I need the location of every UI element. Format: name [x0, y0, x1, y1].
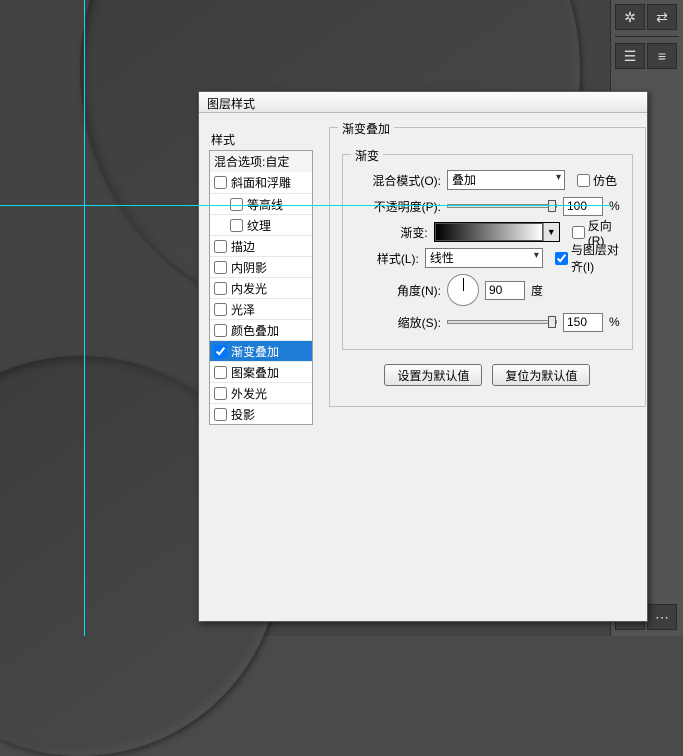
style-checkbox[interactable] — [214, 366, 227, 379]
blend-mode-label: 混合模式(O): — [355, 172, 441, 189]
style-row-5[interactable]: 内发光 — [210, 277, 312, 298]
style-checkbox[interactable] — [214, 261, 227, 274]
adjust-icon[interactable]: ≡ — [647, 43, 677, 69]
section-title: 渐变叠加 — [338, 120, 394, 137]
gradient-dropdown-icon[interactable]: ▼ — [543, 223, 559, 241]
style-row-11[interactable]: 投影 — [210, 403, 312, 424]
style-label: 图案叠加 — [231, 364, 279, 381]
scale-unit: % — [609, 315, 620, 329]
brush-icon[interactable]: ✲ — [615, 4, 645, 30]
style-label: 内发光 — [231, 280, 267, 297]
style-label: 外发光 — [231, 385, 267, 402]
style-row-9[interactable]: 图案叠加 — [210, 361, 312, 382]
reset-default-button[interactable]: 复位为默认值 — [492, 364, 590, 386]
style-label: 描边 — [231, 238, 255, 255]
style-label: 样式(L): — [355, 250, 419, 267]
style-select[interactable]: 线性 — [425, 248, 543, 268]
settings-icon[interactable]: ☰ — [615, 43, 645, 69]
dialog-title[interactable]: 图层样式 — [199, 92, 647, 113]
style-label: 颜色叠加 — [231, 322, 279, 339]
style-checkbox[interactable] — [214, 303, 227, 316]
inner-title: 渐变 — [351, 147, 383, 164]
settings-column: 渐变叠加 渐变 混合模式(O): 叠加 仿色 不透明度(P): — [313, 113, 658, 621]
swap-icon[interactable]: ⇄ — [647, 4, 677, 30]
style-checkbox[interactable] — [214, 345, 227, 358]
guide-horizontal[interactable] — [0, 205, 610, 206]
styles-list: 混合选项:自定 斜面和浮雕等高线纹理描边内阴影内发光光泽颜色叠加渐变叠加图案叠加… — [209, 150, 313, 425]
style-row-4[interactable]: 内阴影 — [210, 256, 312, 277]
set-default-button[interactable]: 设置为默认值 — [384, 364, 482, 386]
style-row-2[interactable]: 纹理 — [210, 214, 312, 235]
style-checkbox[interactable] — [214, 176, 227, 189]
dither-checkbox[interactable] — [577, 174, 590, 187]
style-row-0[interactable]: 斜面和浮雕 — [210, 172, 312, 193]
align-checkbox[interactable] — [555, 252, 568, 265]
angle-label: 角度(N): — [355, 282, 441, 299]
reverse-checkbox[interactable] — [572, 226, 585, 239]
style-row-7[interactable]: 颜色叠加 — [210, 319, 312, 340]
angle-dial[interactable] — [447, 274, 479, 306]
style-label: 纹理 — [247, 217, 271, 234]
style-label: 渐变叠加 — [231, 343, 279, 360]
layer-style-dialog: 图层样式 样式 混合选项:自定 斜面和浮雕等高线纹理描边内阴影内发光光泽颜色叠加… — [198, 91, 648, 622]
style-checkbox[interactable] — [214, 282, 227, 295]
style-row-6[interactable]: 光泽 — [210, 298, 312, 319]
style-label: 斜面和浮雕 — [231, 174, 291, 191]
style-row-1[interactable]: 等高线 — [210, 193, 312, 214]
style-checkbox[interactable] — [214, 324, 227, 337]
angle-input[interactable] — [485, 281, 525, 300]
styles-header: 样式 — [209, 131, 313, 148]
gradient-overlay-group: 渐变叠加 渐变 混合模式(O): 叠加 仿色 不透明度(P): — [329, 127, 646, 407]
scale-input[interactable] — [563, 313, 603, 332]
style-row-8[interactable]: 渐变叠加 — [210, 340, 312, 361]
styles-column: 样式 混合选项:自定 斜面和浮雕等高线纹理描边内阴影内发光光泽颜色叠加渐变叠加图… — [199, 113, 313, 621]
blend-mode-select[interactable]: 叠加 — [447, 170, 565, 190]
style-label: 内阴影 — [231, 259, 267, 276]
dither-label: 仿色 — [593, 172, 617, 189]
style-label: 光泽 — [231, 301, 255, 318]
style-checkbox[interactable] — [230, 198, 243, 211]
style-label: 投影 — [231, 406, 255, 423]
style-checkbox[interactable] — [214, 387, 227, 400]
style-row-10[interactable]: 外发光 — [210, 382, 312, 403]
style-checkbox[interactable] — [214, 240, 227, 253]
gradient-swatch[interactable] — [435, 223, 543, 241]
gradient-label: 渐变: — [355, 224, 428, 241]
opacity-label: 不透明度(P): — [355, 198, 441, 215]
gradient-inner-group: 渐变 混合模式(O): 叠加 仿色 不透明度(P): % — [342, 154, 633, 350]
scale-label: 缩放(S): — [355, 314, 441, 331]
style-checkbox[interactable] — [214, 408, 227, 421]
style-checkbox[interactable] — [230, 219, 243, 232]
blending-options-label: 混合选项:自定 — [214, 153, 289, 170]
scale-slider[interactable] — [447, 320, 557, 324]
opacity-input[interactable] — [563, 197, 603, 216]
opacity-unit: % — [609, 199, 620, 213]
blending-options-row[interactable]: 混合选项:自定 — [210, 151, 312, 172]
style-label: 等高线 — [247, 196, 283, 213]
style-row-3[interactable]: 描边 — [210, 235, 312, 256]
canvas-shape — [0, 446, 210, 696]
align-label: 与图层对齐(I) — [571, 241, 620, 275]
guide-vertical[interactable] — [84, 0, 85, 636]
angle-unit: 度 — [531, 282, 543, 299]
